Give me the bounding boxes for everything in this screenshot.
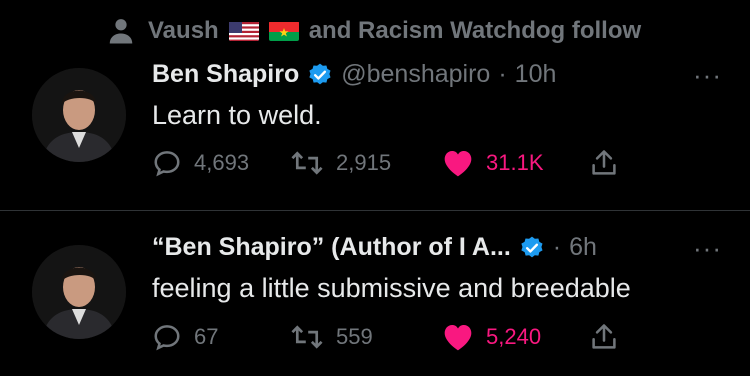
more-icon[interactable]: ··· — [693, 233, 722, 264]
reply-button[interactable]: 67 — [152, 322, 218, 352]
reply-button[interactable]: 4,693 — [152, 148, 249, 178]
like-button[interactable]: 31.1K — [442, 148, 544, 178]
tweet-2[interactable]: “Ben Shapiro” (Author of I A... · 6h ···… — [0, 211, 750, 376]
tweet-text: Learn to weld. — [152, 100, 322, 130]
avatar[interactable] — [32, 68, 126, 162]
handle[interactable]: @benshapiro — [341, 60, 490, 89]
tweet-1[interactable]: Ben Shapiro @benshapiro · 10h ··· Learn … — [0, 0, 750, 210]
retweet-icon — [290, 322, 324, 352]
tweet-actions: 4,693 2,915 31.1K — [152, 148, 652, 182]
tweet-header: Ben Shapiro @benshapiro · 10h — [152, 60, 556, 89]
timestamp[interactable]: 10h — [515, 60, 557, 89]
display-name[interactable]: “Ben Shapiro” (Author of I A... — [152, 233, 511, 262]
share-icon — [590, 322, 618, 352]
heart-icon — [442, 322, 474, 352]
timestamp[interactable]: 6h — [569, 233, 597, 262]
like-button[interactable]: 5,240 — [442, 322, 541, 352]
avatar[interactable] — [32, 245, 126, 339]
separator: · — [498, 60, 507, 88]
like-count: 31.1K — [486, 150, 544, 175]
retweet-count: 559 — [336, 324, 373, 349]
display-name[interactable]: Ben Shapiro — [152, 60, 299, 89]
reply-count: 4,693 — [194, 150, 250, 175]
retweet-icon — [290, 148, 324, 178]
reply-icon — [152, 322, 182, 352]
more-icon[interactable]: ··· — [693, 60, 722, 91]
heart-icon — [442, 148, 474, 178]
tweet-actions: 67 559 5,240 — [152, 322, 652, 356]
like-count: 5,240 — [486, 324, 542, 349]
share-button[interactable] — [590, 148, 618, 178]
separator: · — [552, 233, 562, 261]
verified-badge-icon — [307, 62, 333, 88]
reply-count: 67 — [194, 324, 219, 349]
share-icon — [590, 148, 618, 178]
retweet-count: 2,915 — [336, 150, 392, 175]
tweet-text: feeling a little submissive and breedabl… — [152, 273, 631, 303]
tweet-header: “Ben Shapiro” (Author of I A... · 6h — [152, 233, 597, 262]
retweet-button[interactable]: 2,915 — [290, 148, 391, 178]
reply-icon — [152, 148, 182, 178]
share-button[interactable] — [590, 322, 618, 352]
retweet-button[interactable]: 559 — [290, 322, 373, 352]
verified-badge-icon — [519, 235, 545, 261]
